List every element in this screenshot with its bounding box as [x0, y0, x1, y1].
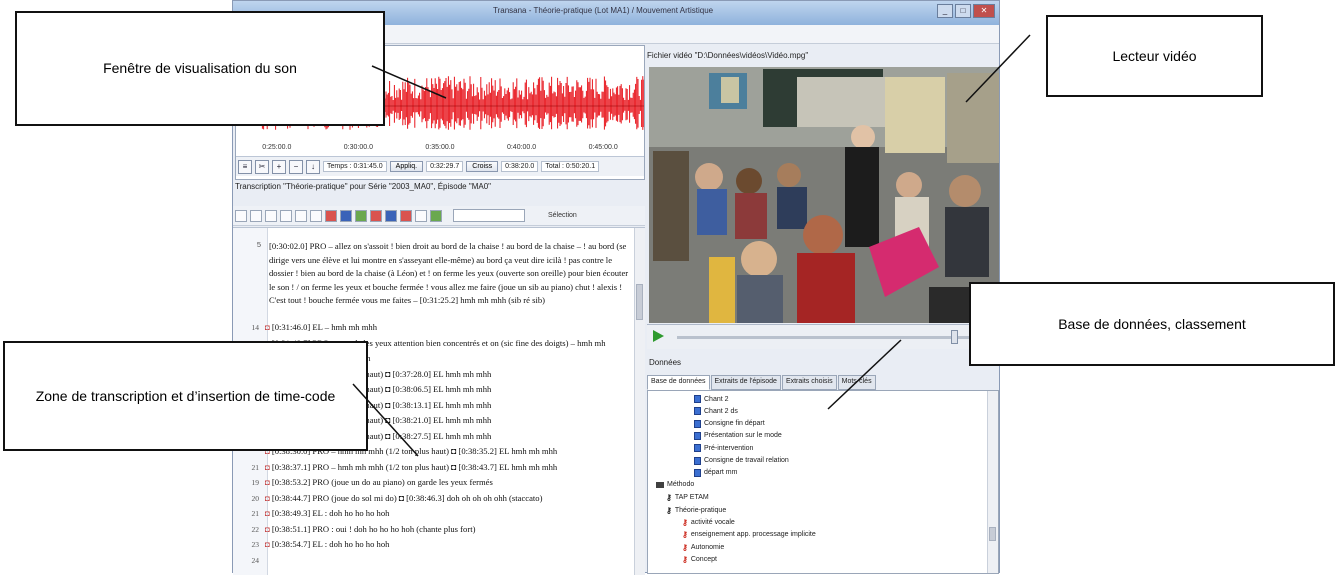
sound-pointer-line	[371, 65, 447, 99]
video-pointer-line	[965, 34, 1031, 103]
transcription-pointer-line	[352, 383, 419, 457]
callout-lines	[352, 34, 1031, 457]
database-pointer-line	[827, 339, 902, 410]
